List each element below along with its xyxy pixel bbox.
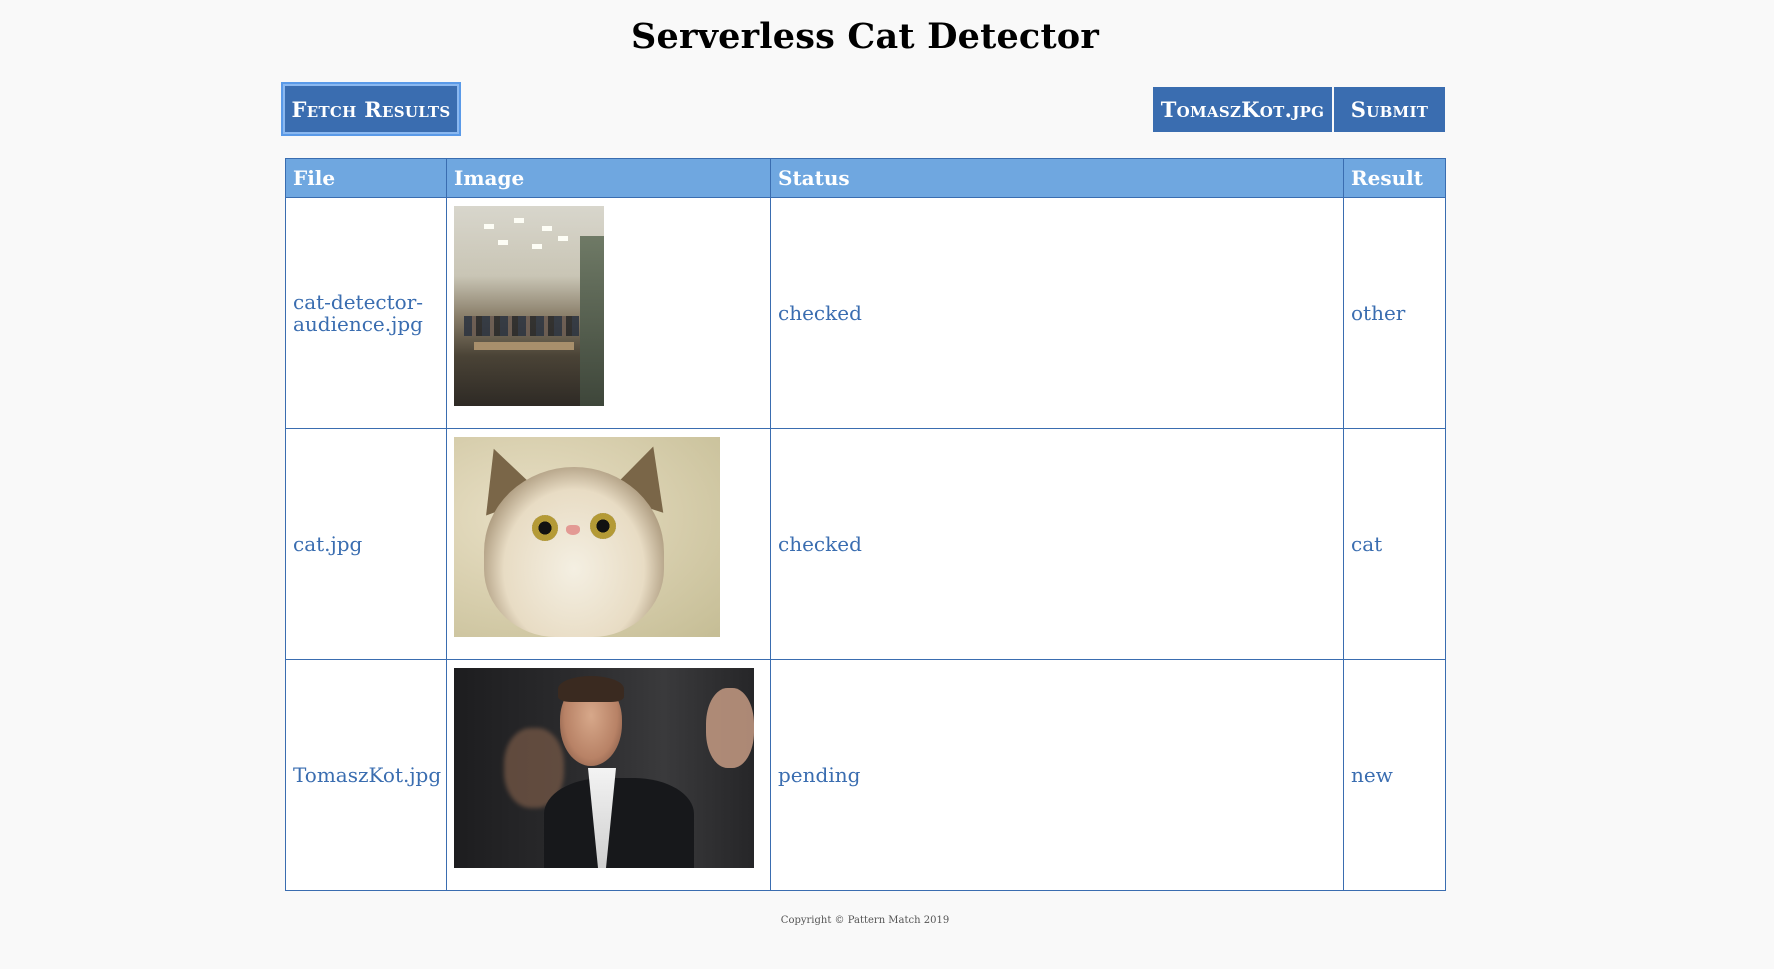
fetch-results-button[interactable]: Fetch Results (281, 82, 461, 136)
submit-button[interactable]: Submit (1334, 87, 1445, 132)
table-row: cat-detector-audience.jpg checked other (285, 197, 1446, 429)
man-in-suit-image (454, 668, 754, 868)
result-cell: cat (1343, 428, 1446, 660)
result-cell: new (1343, 659, 1446, 891)
file-name-cell: cat-detector-audience.jpg (285, 197, 447, 429)
page-title: Serverless Cat Detector (631, 16, 1099, 57)
file-select-button[interactable]: TomaszKot.jpg (1153, 87, 1332, 132)
results-table: File Image Status Result cat-detector-au… (285, 158, 1446, 891)
status-cell: pending (770, 659, 1344, 891)
footer-copyright: Copyright © Pattern Match 2019 (780, 915, 950, 926)
column-header-result: Result (1343, 158, 1446, 198)
table-header-row: File Image Status Result (285, 158, 1446, 198)
table-row: cat.jpg checked cat (285, 428, 1446, 660)
image-cell (446, 659, 771, 891)
classroom-audience-image (454, 206, 604, 406)
image-cell (446, 428, 771, 660)
file-name-cell: cat.jpg (285, 428, 447, 660)
result-cell: other (1343, 197, 1446, 429)
column-header-image: Image (446, 158, 771, 198)
status-cell: checked (770, 428, 1344, 660)
file-name-cell: TomaszKot.jpg (285, 659, 447, 891)
table-row: TomaszKot.jpg pending new (285, 659, 1446, 891)
surprised-cat-image (454, 437, 720, 637)
status-cell: checked (770, 197, 1344, 429)
column-header-file: File (285, 158, 447, 198)
column-header-status: Status (770, 158, 1344, 198)
image-cell (446, 197, 771, 429)
